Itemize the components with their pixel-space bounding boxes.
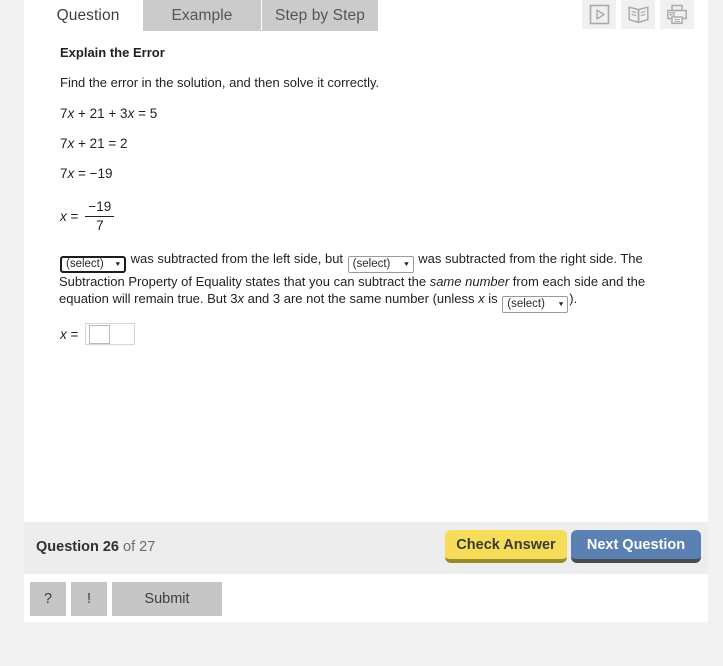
help-button[interactable]: ? [30,582,66,616]
submit-button[interactable]: Submit [112,582,222,616]
report-problem-button[interactable]: ! [71,582,107,616]
page-root: Question Example Step by Step Explain th… [0,0,723,666]
eq1-mid: + 21 + 3 [74,106,128,121]
equation-line-1: 7x + 21 + 3x = 5 [60,106,157,121]
question-title: Explain the Error [60,45,165,60]
footer-bar: Question 26 of 27 Check Answer Next Ques… [24,522,708,574]
check-answer-button[interactable]: Check Answer [445,530,567,563]
help-button-label: ? [43,591,53,607]
tab-example[interactable]: Example [143,0,261,31]
next-question-button[interactable]: Next Question [571,530,701,563]
eq3-coef: 7 [60,166,68,181]
paragraph-emphasis-same-number: same number [429,274,510,289]
answer-caret-box[interactable] [89,324,111,344]
printer-icon [666,4,688,25]
answer-row: x = [60,323,136,345]
answer-label-var: x [60,326,67,342]
select-unless-condition-value: (select) [507,298,545,310]
paragraph-text-1: was subtracted from the left side, but [127,251,347,266]
tab-question[interactable]: Question [40,0,136,31]
report-problem-label: ! [86,591,92,607]
eq4-var: x [60,208,67,224]
open-book-button[interactable] [621,0,655,29]
tab-step-by-step[interactable]: Step by Step [262,0,378,31]
eq2-coef: 7 [60,136,68,151]
fraction: −19 7 [85,199,115,233]
question-content: Explain the Error Find the error in the … [24,31,708,511]
answer-label-equals: = [66,326,79,342]
question-counter: Question 26 of 27 [36,539,155,555]
chevron-down-icon: ⯆ [557,299,565,309]
fraction-denominator: 7 [96,217,104,233]
equation-line-2: 7x + 21 = 2 [60,136,128,151]
paragraph-text-6: ). [569,291,578,306]
explanation-paragraph: (select) ⯆ was subtracted from the left s… [59,250,659,313]
tool-icon-group [582,0,694,30]
next-question-label: Next Question [586,536,686,553]
eq4-equals: = [66,208,79,224]
open-book-icon [627,4,650,25]
submit-button-label: Submit [144,591,190,607]
eq1-coef: 7 [60,106,68,121]
eq1-tail: = 5 [134,106,158,121]
play-video-icon [589,4,610,25]
tab-step-by-step-label: Step by Step [275,7,365,24]
chevron-down-icon: ⯆ [114,259,121,269]
paragraph-text-5: is [484,291,502,306]
select-unless-condition[interactable]: (select) ⯆ [502,296,569,313]
play-video-button[interactable] [582,0,616,29]
eq2-tail: + 21 = 2 [74,136,128,151]
tab-example-label: Example [171,7,233,24]
equation-line-3: 7x = −19 [60,166,113,181]
check-answer-label: Check Answer [456,536,556,553]
print-button[interactable] [660,0,694,29]
equation-line-4-fraction: x = −19 7 [60,199,115,233]
eq3-tail: = −19 [74,166,113,181]
select-right-side[interactable]: (select) ⯆ [347,256,414,273]
chevron-down-icon: ⯆ [403,259,410,269]
select-left-side[interactable]: (select) ⯆ [60,256,126,273]
answer-input[interactable] [85,323,136,345]
tab-question-label: Question [56,7,120,24]
fraction-numerator: −19 [88,199,112,214]
paragraph-text-4: and 3 are not the same number (unless [243,291,479,306]
question-instruction: Find the error in the solution, and then… [60,75,380,90]
select-left-side-value: (select) [66,258,104,270]
select-right-side-value: (select) [352,258,391,270]
question-counter-current: Question 26 [36,539,119,555]
answer-label: x = [60,327,78,342]
question-counter-total: of 27 [119,539,156,555]
bottom-toolbar: ? ! Submit [24,574,708,622]
